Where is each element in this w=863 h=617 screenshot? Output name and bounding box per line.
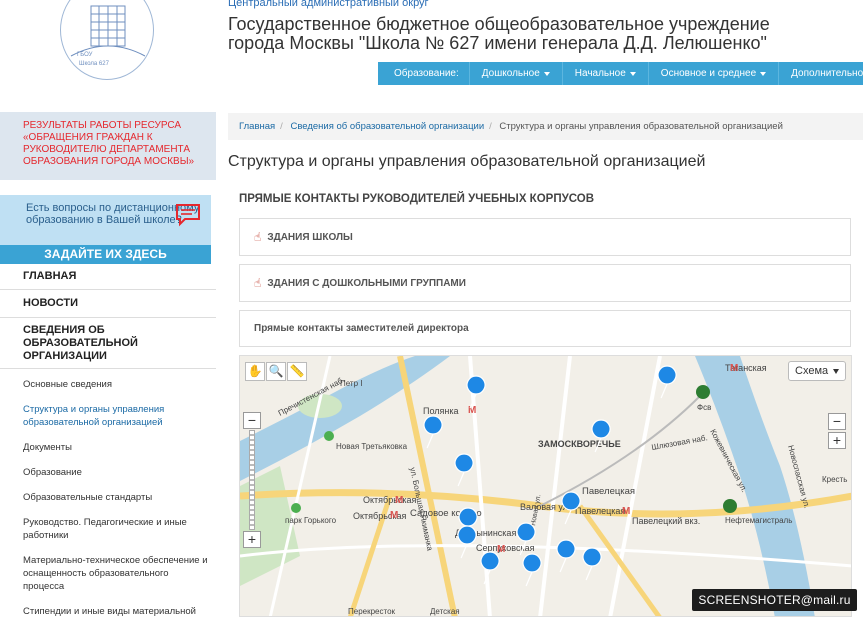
svg-text:M: M: [468, 405, 476, 416]
sidebar-sub-equipment[interactable]: Материально-техническое обеспечение и ос…: [0, 554, 216, 593]
sidebar-item-news[interactable]: НОВОСТИ: [0, 290, 216, 318]
contacts-heading: ПРЯМЫЕ КОНТАКТЫ РУКОВОДИТЕЛЕЙ УЧЕБНЫХ КО…: [239, 193, 595, 205]
nav-preschool[interactable]: Дошкольное: [468, 62, 562, 85]
district-label: Центральный административный округ: [228, 0, 429, 9]
map-label: Кресть: [822, 475, 847, 484]
nav-secondary[interactable]: Основное и среднее: [647, 62, 778, 85]
sidebar-nav: ГЛАВНАЯ НОВОСТИ СВЕДЕНИЯ ОБ ОБРАЗОВАТЕЛЬ…: [0, 264, 216, 617]
svg-text:M: M: [390, 510, 398, 521]
map-label: Октябрьская: [363, 495, 417, 505]
sidebar-sub-documents[interactable]: Документы: [0, 441, 216, 454]
zoom-in-button-right[interactable]: +: [828, 432, 846, 449]
zoom-out-button-right[interactable]: −: [828, 413, 846, 430]
breadcrumb: Главная / Сведения об образовательной орг…: [228, 113, 863, 140]
map-label: Павелецкий вкз.: [632, 516, 700, 526]
nav-additional[interactable]: Дополнительное: [778, 62, 863, 85]
nav-primary[interactable]: Начальное: [561, 62, 648, 85]
map-label: Детская: [430, 607, 460, 616]
chevron-down-icon: [833, 368, 840, 374]
map-label: Павелецкая: [582, 486, 635, 497]
accordion-preschool-buildings[interactable]: ☝ ЗДАНИЯ С ДОШКОЛЬНЫМИ ГРУППАМИ: [239, 264, 851, 302]
map-label: Павелецкая: [575, 506, 625, 516]
sidebar-sub-basic-info[interactable]: Основные сведения: [0, 378, 216, 391]
pointer-hand-icon: ☝: [254, 230, 262, 244]
hand-tool-icon[interactable]: ✋: [245, 362, 265, 381]
education-nav: Образование: Дошкольное Начальное Основн…: [378, 62, 863, 85]
map-label: Октябрьская: [353, 511, 407, 521]
chevron-down-icon: [543, 71, 550, 76]
map-label: Перекресток: [348, 607, 396, 616]
magnifier-icon[interactable]: 🔍: [266, 362, 286, 381]
accordion-school-buildings[interactable]: ☝ ЗДАНИЯ ШКОЛЫ: [239, 218, 851, 256]
svg-text:M: M: [622, 506, 630, 517]
zoom-slider[interactable]: [249, 430, 255, 530]
page-title: Структура и органы управления образовате…: [228, 153, 706, 170]
accordion-label: Прямые контакты заместителей директора: [254, 323, 469, 334]
breadcrumb-current: Структура и органы управления образовате…: [499, 121, 783, 132]
sidebar-item-org-info[interactable]: СВЕДЕНИЯ ОБ ОБРАЗОВАТЕЛЬНОЙ ОРГАНИЗАЦИИ: [0, 318, 216, 369]
accordion-label: ЗДАНИЯ С ДОШКОЛЬНЫМИ ГРУППАМИ: [267, 277, 466, 289]
breadcrumb-section[interactable]: Сведения об образовательной организации: [290, 121, 484, 132]
map-label: Новая Третьяковка: [336, 442, 408, 451]
map-label: парк Горького: [285, 516, 337, 525]
map-type-dropdown[interactable]: Схема: [788, 361, 846, 381]
map-label: Фсв: [697, 403, 711, 412]
chevron-down-icon: [760, 71, 767, 76]
sidebar-sub-education[interactable]: Образование: [0, 466, 216, 479]
breadcrumb-home[interactable]: Главная: [239, 121, 275, 132]
sidebar-sub-scholarships[interactable]: Стипендии и иные виды материальной: [0, 605, 216, 617]
sidebar-item-home[interactable]: ГЛАВНАЯ: [0, 264, 216, 290]
results-banner[interactable]: Результаты работы ресурса «Обращения гра…: [0, 112, 216, 180]
zoom-in-button[interactable]: +: [243, 531, 261, 548]
zoom-out-button[interactable]: −: [243, 412, 261, 429]
education-nav-label: Образование:: [394, 68, 459, 79]
map-label: ЗАМОСКВОРЕЧЬЕ: [538, 439, 621, 449]
schools-map[interactable]: Петр I Полянка Новая Третьяковка ЗАМОСКВ…: [239, 355, 852, 617]
screenshoter-watermark: SCREENSHOTER@mail.ru: [692, 589, 857, 611]
logo-text-top: ГБОУ: [77, 52, 93, 58]
results-banner-text: Результаты работы ресурса «Обращения гра…: [23, 120, 195, 167]
chat-icon: [176, 204, 200, 227]
questions-banner[interactable]: Есть вопросы по дистанционному образован…: [0, 195, 211, 264]
map-label: Полянка: [423, 406, 459, 416]
sidebar-sub-structure[interactable]: Структура и органы управления образовате…: [0, 403, 216, 429]
ask-questions-button[interactable]: ЗАДАЙТЕ ИХ ЗДЕСЬ: [0, 245, 211, 264]
pointer-hand-icon: ☝: [254, 276, 262, 290]
svg-text:M: M: [395, 495, 403, 506]
accordion-deputy-contacts[interactable]: Прямые контакты заместителей директора: [239, 310, 851, 347]
logo-text-bottom: Школа 627: [79, 61, 110, 67]
chevron-down-icon: [629, 71, 636, 76]
sidebar-sub-standards[interactable]: Образовательные стандарты: [0, 491, 216, 504]
map-label: Нефтемагистраль: [725, 516, 792, 525]
svg-text:M: M: [497, 544, 505, 555]
accordion-label: ЗДАНИЯ ШКОЛЫ: [267, 231, 353, 243]
sidebar-sub-staff[interactable]: Руководство. Педагогические и иные работ…: [0, 516, 216, 542]
svg-text:M: M: [730, 363, 738, 374]
map-type-label: Схема: [795, 365, 829, 377]
school-name: Государственное бюджетное общеобразовате…: [228, 14, 770, 53]
map-toolbar: ✋ 🔍 📏: [245, 362, 308, 381]
ruler-icon[interactable]: 📏: [287, 362, 307, 381]
school-logo[interactable]: ГБОУ Школа 627: [60, 0, 154, 80]
